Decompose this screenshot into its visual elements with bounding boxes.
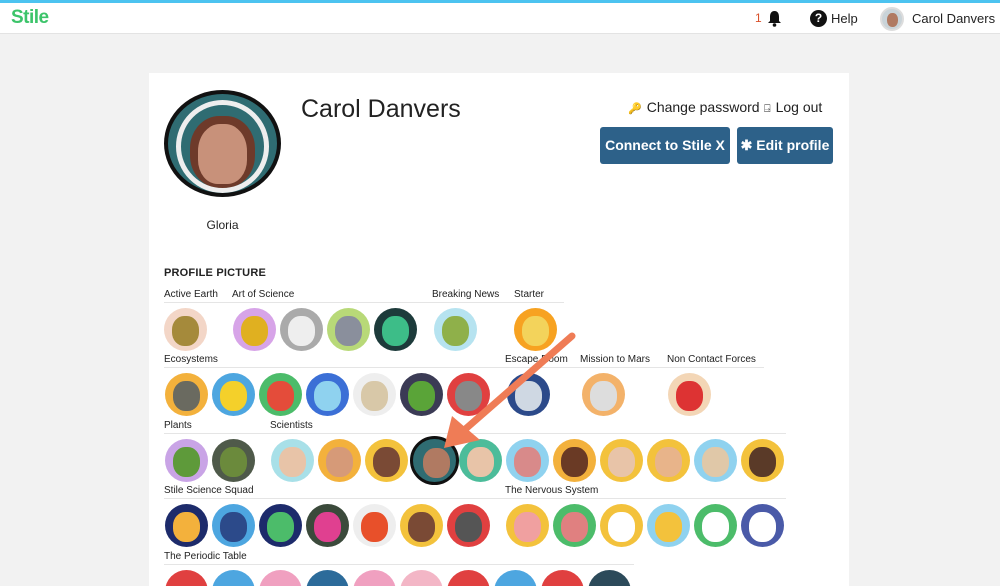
group-label-ecosystems: Ecosystems bbox=[164, 354, 218, 365]
avatar-option[interactable] bbox=[506, 439, 549, 482]
divider bbox=[164, 564, 634, 565]
bell-icon[interactable] bbox=[767, 10, 782, 27]
avatar-option[interactable] bbox=[165, 439, 208, 482]
group-label-breaking-news: Breaking News bbox=[432, 289, 500, 300]
avatar-option[interactable] bbox=[374, 308, 417, 351]
key-icon: 🔑 bbox=[628, 103, 642, 115]
avatar-option-selected[interactable] bbox=[410, 436, 459, 485]
avatar-name: Gloria bbox=[206, 218, 239, 232]
avatar-option[interactable] bbox=[233, 308, 276, 351]
avatar-option[interactable] bbox=[165, 373, 208, 416]
avatar-option[interactable] bbox=[327, 308, 370, 351]
avatar-option[interactable] bbox=[212, 504, 255, 547]
help-link[interactable]: Help bbox=[831, 11, 858, 26]
avatar-option[interactable] bbox=[271, 439, 314, 482]
change-password-label: Change password bbox=[646, 99, 760, 115]
avatar-option[interactable] bbox=[434, 308, 477, 351]
avatar-option[interactable] bbox=[741, 504, 784, 547]
avatar-option[interactable] bbox=[514, 308, 557, 351]
avatar-option[interactable] bbox=[582, 373, 625, 416]
avatar-option[interactable] bbox=[694, 439, 737, 482]
avatar-option[interactable] bbox=[400, 373, 443, 416]
avatar-option[interactable] bbox=[553, 504, 596, 547]
page-title: Carol Danvers bbox=[301, 95, 461, 123]
logout-link[interactable]: ⍈ Log out bbox=[764, 99, 822, 116]
divider bbox=[164, 433, 786, 434]
group-label-art-of-science: Art of Science bbox=[232, 289, 295, 300]
avatar-option[interactable] bbox=[600, 439, 643, 482]
group-label-plants: Plants bbox=[164, 420, 192, 431]
avatar-option[interactable] bbox=[259, 373, 302, 416]
top-navbar: Stile 1 ? Help Carol Danvers bbox=[0, 3, 1000, 34]
avatar-option[interactable] bbox=[668, 373, 711, 416]
avatar-option[interactable] bbox=[164, 308, 207, 351]
door-icon: ⍈ bbox=[764, 103, 771, 115]
avatar-option[interactable] bbox=[459, 439, 502, 482]
avatar-option[interactable] bbox=[353, 504, 396, 547]
group-label-non-contact-forces: Non Contact Forces bbox=[667, 354, 756, 365]
avatar-option[interactable] bbox=[165, 504, 208, 547]
avatar-option[interactable] bbox=[318, 439, 361, 482]
avatar-option[interactable] bbox=[447, 504, 490, 547]
avatar-option[interactable] bbox=[553, 439, 596, 482]
avatar-option[interactable] bbox=[400, 504, 443, 547]
logout-label: Log out bbox=[775, 99, 823, 115]
notification-count[interactable]: 1 bbox=[755, 11, 762, 25]
divider bbox=[164, 302, 564, 303]
user-menu[interactable]: Carol Danvers bbox=[912, 11, 995, 26]
avatar-option[interactable] bbox=[600, 504, 643, 547]
stile-logo[interactable]: Stile bbox=[11, 7, 49, 29]
user-avatar[interactable] bbox=[880, 7, 904, 31]
connect-stile-x-button[interactable]: Connect to Stile X bbox=[600, 127, 730, 164]
group-label-the-nervous-system: The Nervous System bbox=[505, 485, 599, 496]
edit-profile-button[interactable]: ✱ Edit profile bbox=[737, 127, 833, 164]
group-label-scientists: Scientists bbox=[270, 420, 313, 431]
avatar-option[interactable] bbox=[507, 373, 550, 416]
avatar-option[interactable] bbox=[365, 439, 408, 482]
group-label-escape-room: Escape Room bbox=[505, 354, 568, 365]
group-label-active-earth: Active Earth bbox=[164, 289, 218, 300]
avatar-option[interactable] bbox=[212, 373, 255, 416]
change-password-link[interactable]: 🔑 Change password bbox=[628, 99, 760, 115]
avatar-option[interactable] bbox=[306, 373, 349, 416]
avatar-option[interactable] bbox=[647, 504, 690, 547]
divider bbox=[164, 367, 764, 368]
profile-picture-heading: PROFILE PICTURE bbox=[164, 267, 267, 279]
avatar-option[interactable] bbox=[694, 504, 737, 547]
group-label-mission-to-mars: Mission to Mars bbox=[580, 354, 651, 365]
avatar-option[interactable] bbox=[259, 504, 302, 547]
avatar-option[interactable] bbox=[212, 439, 255, 482]
divider bbox=[164, 498, 786, 499]
avatar-option[interactable] bbox=[306, 504, 349, 547]
avatar-option[interactable] bbox=[280, 308, 323, 351]
edit-profile-label: Edit profile bbox=[756, 137, 830, 153]
avatar-option[interactable] bbox=[353, 373, 396, 416]
group-label-starter: Starter bbox=[514, 289, 545, 300]
group-label-stile-science-squad: Stile Science Squad bbox=[164, 485, 254, 496]
profile-avatar bbox=[164, 90, 281, 197]
gear-icon: ✱ bbox=[740, 137, 753, 153]
avatar-option[interactable] bbox=[741, 439, 784, 482]
avatar-option[interactable] bbox=[647, 439, 690, 482]
avatar-option[interactable] bbox=[447, 373, 490, 416]
avatar-option[interactable] bbox=[506, 504, 549, 547]
group-label-the-periodic-table: The Periodic Table bbox=[164, 551, 247, 562]
help-icon[interactable]: ? bbox=[810, 10, 827, 27]
